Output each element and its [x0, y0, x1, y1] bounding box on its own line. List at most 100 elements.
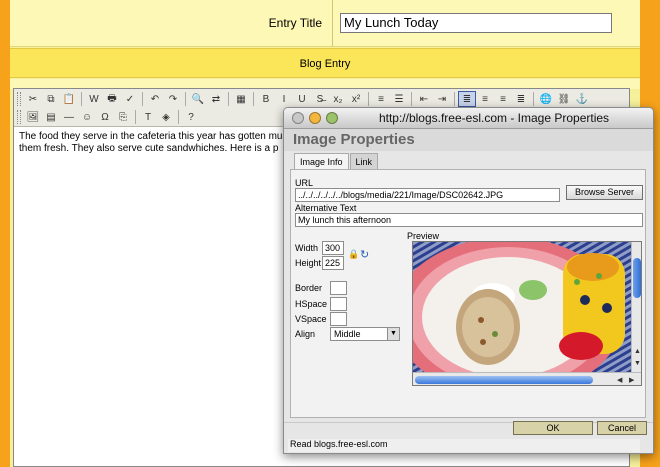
- scroll-right-icon[interactable]: ▶: [629, 376, 634, 384]
- paste-icon[interactable]: 📋: [60, 91, 78, 107]
- vspace-input[interactable]: [330, 312, 347, 326]
- entry-divider: [332, 0, 333, 47]
- align-select[interactable]: Middle ▼: [330, 327, 400, 341]
- scroll-thumb[interactable]: [633, 258, 641, 298]
- url-input[interactable]: ../../../../../../blogs/media/221/Image/…: [295, 188, 560, 202]
- unordered-list-icon[interactable]: ☰: [390, 91, 408, 107]
- editor-content[interactable]: The food they serve in the cafeteria thi…: [19, 131, 319, 155]
- width-input[interactable]: 300: [322, 241, 344, 255]
- page-break-icon[interactable]: ⎘: [114, 109, 132, 125]
- blog-entry-header: Blog Entry: [10, 48, 640, 78]
- cancel-button[interactable]: Cancel: [597, 421, 647, 435]
- border-label: Border: [295, 283, 323, 293]
- toolbar-row-1: ✂ ⧉ 📋 W 🖶 ✓ ↶ ↷ 🔍 ⇄ ▦ B I U S̶ x₂ x² ≡ ☰ ⇤ ⇥ ≣ ≡ ≡ ≣ 🌐 ⛓ ⚓: [17, 90, 591, 108]
- toolbar-separator: [178, 110, 179, 124]
- dialog-window-title: http://blogs.free-esl.com - Image Proper…: [378, 111, 610, 125]
- toolbar-separator: [81, 92, 82, 106]
- chevron-down-icon: ▼: [387, 328, 399, 340]
- text-color-icon[interactable]: T: [139, 109, 157, 125]
- toolbar-separator: [533, 92, 534, 106]
- ok-button[interactable]: OK: [513, 421, 593, 435]
- toolbar-row-2: 🖼 ▤ — ☺ Ω ⎘ T ◈?: [17, 108, 200, 126]
- hspace-label: HSpace: [295, 299, 328, 309]
- scroll-thumb[interactable]: [415, 376, 593, 384]
- background-color-icon[interactable]: ◈: [157, 109, 175, 125]
- horizontal-rule-icon[interactable]: —: [60, 109, 78, 125]
- toolbar-separator: [142, 92, 143, 106]
- toolbar-separator: [368, 92, 369, 106]
- reset-size-icon[interactable]: ↻: [360, 248, 369, 261]
- find-icon[interactable]: 🔍: [189, 91, 207, 107]
- italic-icon[interactable]: I: [275, 91, 293, 107]
- hspace-input[interactable]: [330, 297, 347, 311]
- indent-icon[interactable]: ⇥: [433, 91, 451, 107]
- spellcheck-icon[interactable]: ✓: [121, 91, 139, 107]
- entry-title-row: Entry Title My Lunch Today: [10, 0, 640, 47]
- editor-text-line: them fresh. They also serve cute sandwhi…: [19, 143, 279, 154]
- lock-ratio-icon[interactable]: 🔒: [348, 249, 359, 260]
- entry-title-input[interactable]: My Lunch Today: [340, 13, 612, 33]
- height-input[interactable]: 225: [322, 256, 344, 270]
- paste-word-icon[interactable]: W: [85, 91, 103, 107]
- preview-horizontal-scrollbar[interactable]: ◀ ▶: [413, 372, 641, 385]
- url-label: URL: [295, 178, 314, 188]
- select-all-icon[interactable]: ▦: [232, 91, 250, 107]
- image-icon[interactable]: 🖼: [24, 109, 42, 125]
- toolbar-separator: [185, 92, 186, 106]
- preview-label: Preview: [407, 231, 440, 241]
- table-icon[interactable]: ▤: [42, 109, 60, 125]
- image-properties-dialog: http://blogs.free-esl.com - Image Proper…: [283, 107, 654, 454]
- scroll-down-icon[interactable]: ▼: [634, 360, 641, 367]
- align-left-icon[interactable]: ≣: [458, 91, 476, 107]
- tab-link[interactable]: Link: [349, 153, 379, 170]
- outdent-icon[interactable]: ⇤: [415, 91, 433, 107]
- redo-icon[interactable]: ↷: [164, 91, 182, 107]
- scroll-left-icon[interactable]: ◀: [617, 376, 622, 384]
- anchor-icon[interactable]: ⚓: [573, 91, 591, 107]
- width-label: Width: [295, 243, 319, 253]
- lunch-photo: [413, 242, 631, 385]
- unlink-icon[interactable]: ⛓: [555, 91, 573, 107]
- image-preview: ▲ ▼ ◀ ▶: [412, 241, 642, 386]
- scroll-up-icon[interactable]: ▲: [634, 348, 641, 355]
- minimize-window-icon[interactable]: [309, 112, 321, 124]
- underline-icon[interactable]: U: [293, 91, 311, 107]
- page-left-border: [0, 0, 10, 467]
- replace-icon[interactable]: ⇄: [207, 91, 225, 107]
- link-icon[interactable]: 🌐: [537, 91, 555, 107]
- toolbar-separator: [228, 92, 229, 106]
- about-icon[interactable]: ?: [182, 109, 200, 125]
- toolbar-separator: [454, 92, 455, 106]
- cut-icon[interactable]: ✂: [24, 91, 42, 107]
- close-window-icon[interactable]: [292, 112, 304, 124]
- align-center-icon[interactable]: ≡: [476, 91, 494, 107]
- print-icon[interactable]: 🖶: [103, 91, 121, 107]
- align-right-icon[interactable]: ≡: [494, 91, 512, 107]
- toolbar-grip[interactable]: [17, 110, 21, 124]
- strikethrough-icon[interactable]: S̶: [311, 91, 329, 107]
- zoom-window-icon[interactable]: [326, 112, 338, 124]
- image-info-panel: URL ../../../../../../blogs/media/221/Im…: [290, 169, 646, 418]
- toolbar-separator: [411, 92, 412, 106]
- toolbar-grip[interactable]: [17, 92, 21, 106]
- bold-icon[interactable]: B: [257, 91, 275, 107]
- preview-vertical-scrollbar[interactable]: ▲ ▼: [631, 242, 641, 372]
- dialog-titlebar[interactable]: http://blogs.free-esl.com - Image Proper…: [284, 108, 653, 129]
- dialog-tabs: Image Info Link: [294, 153, 379, 170]
- copy-icon[interactable]: ⧉: [42, 91, 60, 107]
- alt-text-input[interactable]: My lunch this afternoon: [295, 213, 643, 227]
- justify-icon[interactable]: ≣: [512, 91, 530, 107]
- alt-text-label: Alternative Text: [295, 203, 357, 213]
- align-select-value: Middle: [334, 329, 361, 339]
- height-label: Height: [295, 258, 322, 268]
- border-input[interactable]: [330, 281, 347, 295]
- ordered-list-icon[interactable]: ≡: [372, 91, 390, 107]
- subscript-icon[interactable]: x₂: [329, 91, 347, 107]
- browse-server-button[interactable]: Browse Server: [566, 185, 643, 200]
- undo-icon[interactable]: ↶: [146, 91, 164, 107]
- tab-image-info[interactable]: Image Info: [294, 153, 349, 170]
- superscript-icon[interactable]: x²: [347, 91, 365, 107]
- special-char-icon[interactable]: Ω: [96, 109, 114, 125]
- smiley-icon[interactable]: ☺: [78, 109, 96, 125]
- toolbar-separator: [253, 92, 254, 106]
